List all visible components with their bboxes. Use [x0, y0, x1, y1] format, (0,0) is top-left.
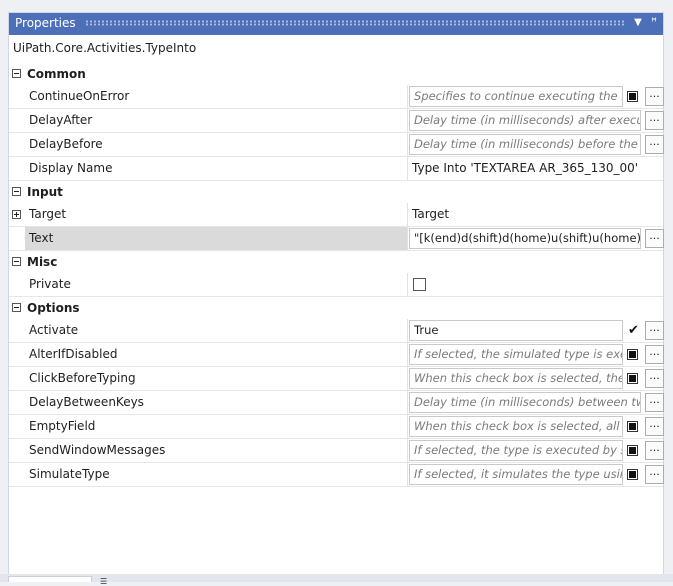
- ellipsis-button[interactable]: ...: [645, 321, 664, 340]
- ellipsis-button[interactable]: ...: [645, 229, 664, 248]
- ellipsis-button[interactable]: ...: [645, 87, 664, 106]
- category-label: Options: [27, 301, 80, 315]
- activate-field[interactable]: True: [409, 320, 623, 341]
- collapse-icon[interactable]: [12, 257, 21, 266]
- property-row-emptyfield[interactable]: EmptyField When this check box is select…: [9, 415, 664, 439]
- property-name: Text: [25, 227, 408, 250]
- ellipsis-button[interactable]: ...: [645, 441, 664, 460]
- property-row-activate[interactable]: Activate True ✔ ...: [9, 319, 664, 343]
- property-name: ClickBeforeTyping: [25, 367, 408, 390]
- property-name: DelayBetweenKeys: [25, 391, 408, 414]
- emptyfield-field[interactable]: When this check box is selected, all pre…: [409, 416, 623, 437]
- alterifdisabled-field[interactable]: If selected, the simulated type is execu…: [409, 344, 623, 365]
- panel-titlebar: Properties ▼ ꟸ: [9, 13, 663, 35]
- ellipsis-button[interactable]: ...: [645, 465, 664, 484]
- ellipsis-button[interactable]: ...: [645, 135, 664, 154]
- expression-square-icon[interactable]: [627, 373, 638, 384]
- property-name: Activate: [25, 319, 408, 342]
- expression-square-icon[interactable]: [627, 445, 638, 456]
- titlebar-grip[interactable]: [85, 20, 625, 26]
- ellipsis-button[interactable]: ...: [645, 111, 664, 130]
- property-row-simulatetype[interactable]: SimulateType If selected, it simulates t…: [9, 463, 664, 487]
- sendwindowmessages-field[interactable]: If selected, the type is executed by sen…: [409, 440, 623, 461]
- property-row-delayafter[interactable]: DelayAfter Delay time (in milliseconds) …: [9, 109, 664, 133]
- property-row-continueonerror[interactable]: ContinueOnError Specifies to continue ex…: [9, 85, 664, 109]
- clickbeforetyping-field[interactable]: When this check box is selected, the spe: [409, 368, 623, 389]
- property-name: Private: [25, 273, 408, 296]
- bottom-tab-active[interactable]: [8, 576, 92, 582]
- collapse-icon[interactable]: [12, 69, 21, 78]
- expand-icon[interactable]: [12, 210, 21, 219]
- category-options[interactable]: Options: [9, 297, 663, 319]
- property-row-delaybefore[interactable]: DelayBefore Delay time (in milliseconds)…: [9, 133, 664, 157]
- text-field[interactable]: "[k(end)d(shift)d(home)u(shift)u(home)]": [409, 228, 641, 249]
- property-row-clickbeforetyping[interactable]: ClickBeforeTyping When this check box is…: [9, 367, 664, 391]
- expression-square-icon[interactable]: [627, 469, 638, 480]
- properties-panel: Properties ▼ ꟸ UiPath.Core.Activities.Ty…: [8, 12, 664, 578]
- target-field[interactable]: Target: [412, 203, 449, 226]
- property-grid: Common ContinueOnError Specifies to cont…: [9, 63, 664, 487]
- property-row-private[interactable]: Private: [9, 273, 663, 297]
- category-label: Common: [27, 67, 86, 81]
- pin-icon[interactable]: ꟸ: [647, 15, 661, 31]
- expression-square-icon[interactable]: [627, 421, 638, 432]
- expression-square-icon[interactable]: [627, 349, 638, 360]
- category-misc[interactable]: Misc: [9, 251, 663, 273]
- ellipsis-button[interactable]: ...: [645, 345, 664, 364]
- collapse-icon[interactable]: [12, 187, 21, 196]
- property-name: EmptyField: [25, 415, 408, 438]
- property-row-alterifdisabled[interactable]: AlterIfDisabled If selected, the simulat…: [9, 343, 664, 367]
- property-name: Target: [25, 203, 408, 226]
- category-input[interactable]: Input: [9, 181, 663, 203]
- ellipsis-button[interactable]: ...: [645, 369, 664, 388]
- property-name: DelayBefore: [25, 133, 408, 156]
- property-name: SendWindowMessages: [25, 439, 408, 462]
- category-label: Misc: [27, 255, 58, 269]
- delayafter-field[interactable]: Delay time (in milliseconds) after execu…: [409, 110, 641, 131]
- ellipsis-button[interactable]: ...: [645, 417, 664, 436]
- property-row-sendwindowmessages[interactable]: SendWindowMessages If selected, the type…: [9, 439, 664, 463]
- category-label: Input: [27, 185, 63, 199]
- property-row-displayname[interactable]: Display Name Type Into 'TEXTAREA AR_365_…: [9, 157, 663, 181]
- continueonerror-field[interactable]: Specifies to continue executing the rema: [409, 86, 623, 107]
- panel-title: Properties: [15, 16, 76, 30]
- displayname-field[interactable]: Type Into 'TEXTAREA AR_365_130_00': [412, 157, 638, 180]
- private-checkbox[interactable]: [413, 278, 426, 291]
- collapse-icon[interactable]: [12, 303, 21, 312]
- property-name: Display Name: [25, 157, 408, 180]
- property-name: DelayAfter: [25, 109, 408, 132]
- property-name: SimulateType: [25, 463, 408, 486]
- category-common[interactable]: Common: [9, 63, 663, 85]
- property-row-text[interactable]: Text "[k(end)d(shift)d(home)u(shift)u(ho…: [9, 227, 664, 251]
- simulatetype-field[interactable]: If selected, it simulates the type using…: [409, 464, 623, 485]
- property-name: ContinueOnError: [25, 85, 408, 108]
- delaybetweenkeys-field[interactable]: Delay time (in milliseconds) between two…: [409, 392, 641, 413]
- property-name: AlterIfDisabled: [25, 343, 408, 366]
- property-row-target[interactable]: Target Target: [9, 203, 663, 227]
- ellipsis-button[interactable]: ...: [645, 393, 664, 412]
- chevron-down-icon[interactable]: ▼: [631, 15, 645, 31]
- expression-square-icon[interactable]: [627, 91, 638, 102]
- checkmark-icon[interactable]: ✔: [627, 324, 640, 337]
- delaybefore-field[interactable]: Delay time (in milliseconds) before the …: [409, 134, 641, 155]
- activity-type-label: UiPath.Core.Activities.TypeInto: [13, 41, 197, 55]
- property-row-delaybetweenkeys[interactable]: DelayBetweenKeys Delay time (in millisec…: [9, 391, 664, 415]
